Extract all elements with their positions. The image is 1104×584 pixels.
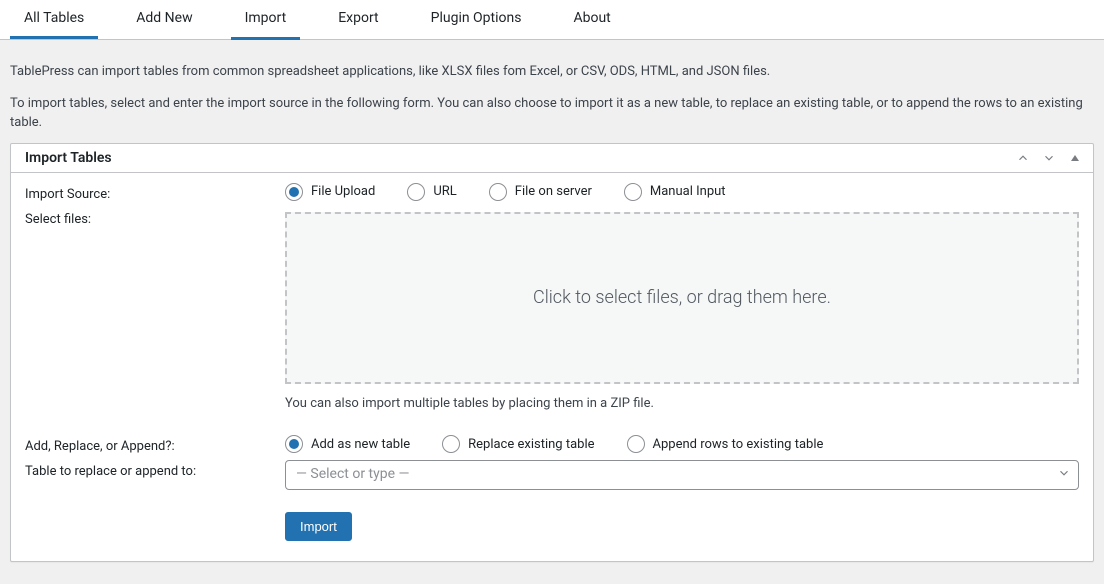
type-radio-group: Add as new table Replace existing table … (285, 435, 1079, 453)
label-table-select: Table to replace or append to: (25, 460, 285, 479)
import-button[interactable]: Import (285, 512, 352, 541)
page-content: TablePress can import tables from common… (0, 40, 1104, 580)
table-select-value: — Select or type — (285, 460, 1079, 490)
row-import-type: Add, Replace, or Append?: Add as new tab… (25, 435, 1079, 454)
radio-icon (407, 183, 425, 201)
source-radio-group: File Upload URL File on server Manu (285, 183, 1079, 201)
tab-about[interactable]: About (559, 0, 624, 39)
file-dropzone[interactable]: Click to select files, or drag them here… (285, 212, 1079, 384)
radio-label: File on server (515, 184, 592, 199)
tab-export[interactable]: Export (324, 0, 392, 39)
postbox-controls (1015, 150, 1083, 166)
tab-all-tables[interactable]: All Tables (10, 0, 98, 39)
radio-replace[interactable]: Replace existing table (442, 435, 594, 453)
toggle-panel-icon[interactable] (1067, 150, 1083, 166)
nav-tabs: All Tables Add New Import Export Plugin … (0, 0, 1104, 40)
radio-append[interactable]: Append rows to existing table (627, 435, 824, 453)
dropzone-text: Click to select files, or drag them here… (533, 287, 831, 308)
tab-add-new[interactable]: Add New (122, 0, 206, 39)
import-form: Import Source: File Upload URL (11, 173, 1093, 562)
radio-icon (489, 183, 507, 201)
row-table-select: Table to replace or append to: — Select … (25, 460, 1079, 490)
radio-icon (285, 435, 303, 453)
zip-hint: You can also import multiple tables by p… (285, 394, 1079, 414)
radio-label: URL (433, 184, 456, 199)
postbox-header: Import Tables (11, 144, 1093, 173)
radio-label: Add as new table (311, 437, 410, 452)
label-import-source: Import Source: (25, 183, 285, 202)
intro-text-1: TablePress can import tables from common… (10, 62, 1094, 82)
radio-icon (442, 435, 460, 453)
tab-plugin-options[interactable]: Plugin Options (417, 0, 536, 39)
move-down-icon[interactable] (1041, 150, 1057, 166)
chevron-down-icon (1057, 466, 1071, 484)
radio-label: Append rows to existing table (653, 437, 824, 452)
label-select-files: Select files: (25, 208, 285, 227)
radio-label: Manual Input (650, 184, 726, 199)
row-import-source: Import Source: File Upload URL (25, 183, 1079, 202)
radio-icon (624, 183, 642, 201)
radio-label: Replace existing table (468, 437, 594, 452)
intro-text-2: To import tables, select and enter the i… (10, 94, 1094, 133)
tab-import[interactable]: Import (231, 0, 301, 39)
radio-label: File Upload (311, 184, 375, 199)
radio-manual-input[interactable]: Manual Input (624, 183, 726, 201)
table-select[interactable]: — Select or type — (285, 460, 1079, 490)
radio-icon (285, 183, 303, 201)
label-import-type: Add, Replace, or Append?: (25, 435, 285, 454)
radio-url[interactable]: URL (407, 183, 456, 201)
radio-file-on-server[interactable]: File on server (489, 183, 592, 201)
postbox-title: Import Tables (25, 150, 112, 166)
row-submit: Import (25, 512, 1079, 541)
import-tables-postbox: Import Tables Import Source: (10, 143, 1094, 563)
radio-file-upload[interactable]: File Upload (285, 183, 375, 201)
radio-add-new[interactable]: Add as new table (285, 435, 410, 453)
radio-icon (627, 435, 645, 453)
move-up-icon[interactable] (1015, 150, 1031, 166)
row-select-files: Select files: Click to select files, or … (25, 208, 1079, 414)
